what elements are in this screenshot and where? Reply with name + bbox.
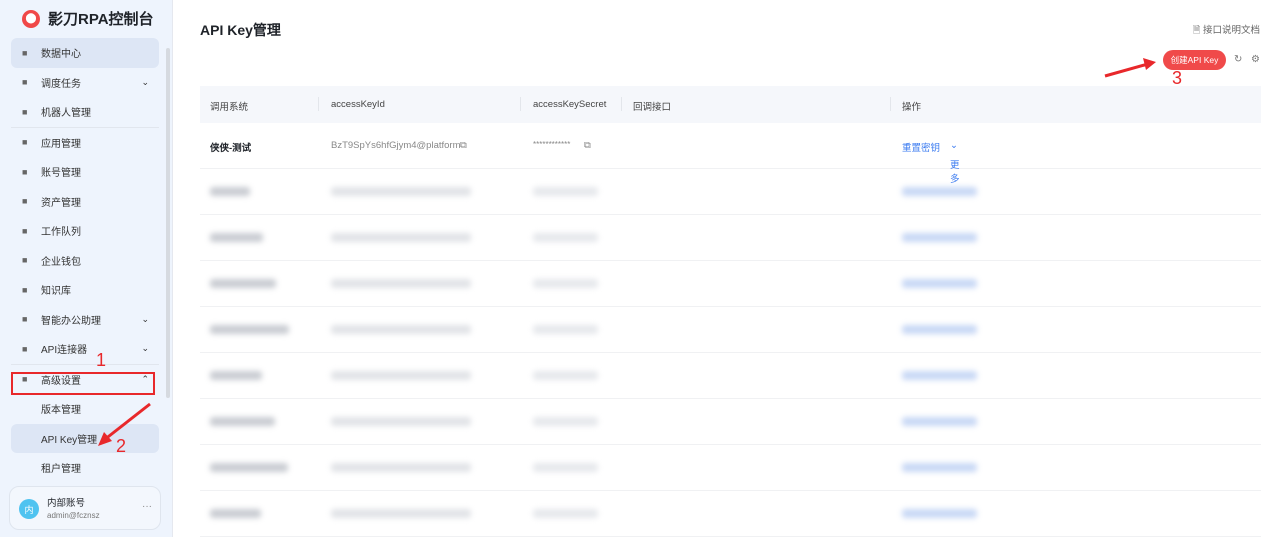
page-title: API Key管理: [200, 22, 281, 38]
col-callback: 回调接口: [633, 102, 672, 113]
table-row-blurred: [200, 261, 1261, 307]
more-dropdown[interactable]: 更多 ⌄: [950, 140, 960, 185]
copy-icon[interactable]: ⧉: [460, 140, 467, 151]
table-row-blurred: [200, 353, 1261, 399]
reset-key-link[interactable]: 重置密钥: [902, 140, 940, 154]
table-row-blurred: [200, 445, 1261, 491]
system-cell: 侠侠-测试: [210, 143, 252, 154]
table-header: 调用系统 accessKeyId accessKeySecret 回调接口 操作: [200, 86, 1261, 123]
access-key-id-cell: BzT9SpYs6hfGjym4@platform: [331, 140, 461, 151]
settings-icon[interactable]: ⚙: [1251, 54, 1260, 65]
col-actions: 操作: [902, 102, 922, 113]
col-system: 调用系统: [210, 102, 249, 113]
table-row: 侠侠-测试 BzT9SpYs6hfGjym4@platform ⧉ ******…: [200, 123, 1261, 185]
doc-icon: 🗎: [1192, 25, 1203, 36]
table-row-blurred: [200, 215, 1261, 261]
table-row-blurred: [200, 307, 1261, 353]
copy-icon[interactable]: ⧉: [584, 140, 591, 151]
table-row-blurred: [200, 169, 1261, 215]
doc-link[interactable]: 🗎 接口说明文档: [1193, 22, 1260, 39]
table-row-blurred: [200, 491, 1261, 537]
table-row-blurred: [200, 399, 1261, 445]
col-access-key-id: accessKeyId: [331, 99, 385, 110]
create-api-key-button[interactable]: 创建API Key: [1163, 50, 1226, 70]
col-secret: accessKeySecret: [533, 99, 607, 110]
secret-cell: ************: [533, 140, 571, 149]
refresh-icon[interactable]: ↻: [1234, 54, 1242, 65]
